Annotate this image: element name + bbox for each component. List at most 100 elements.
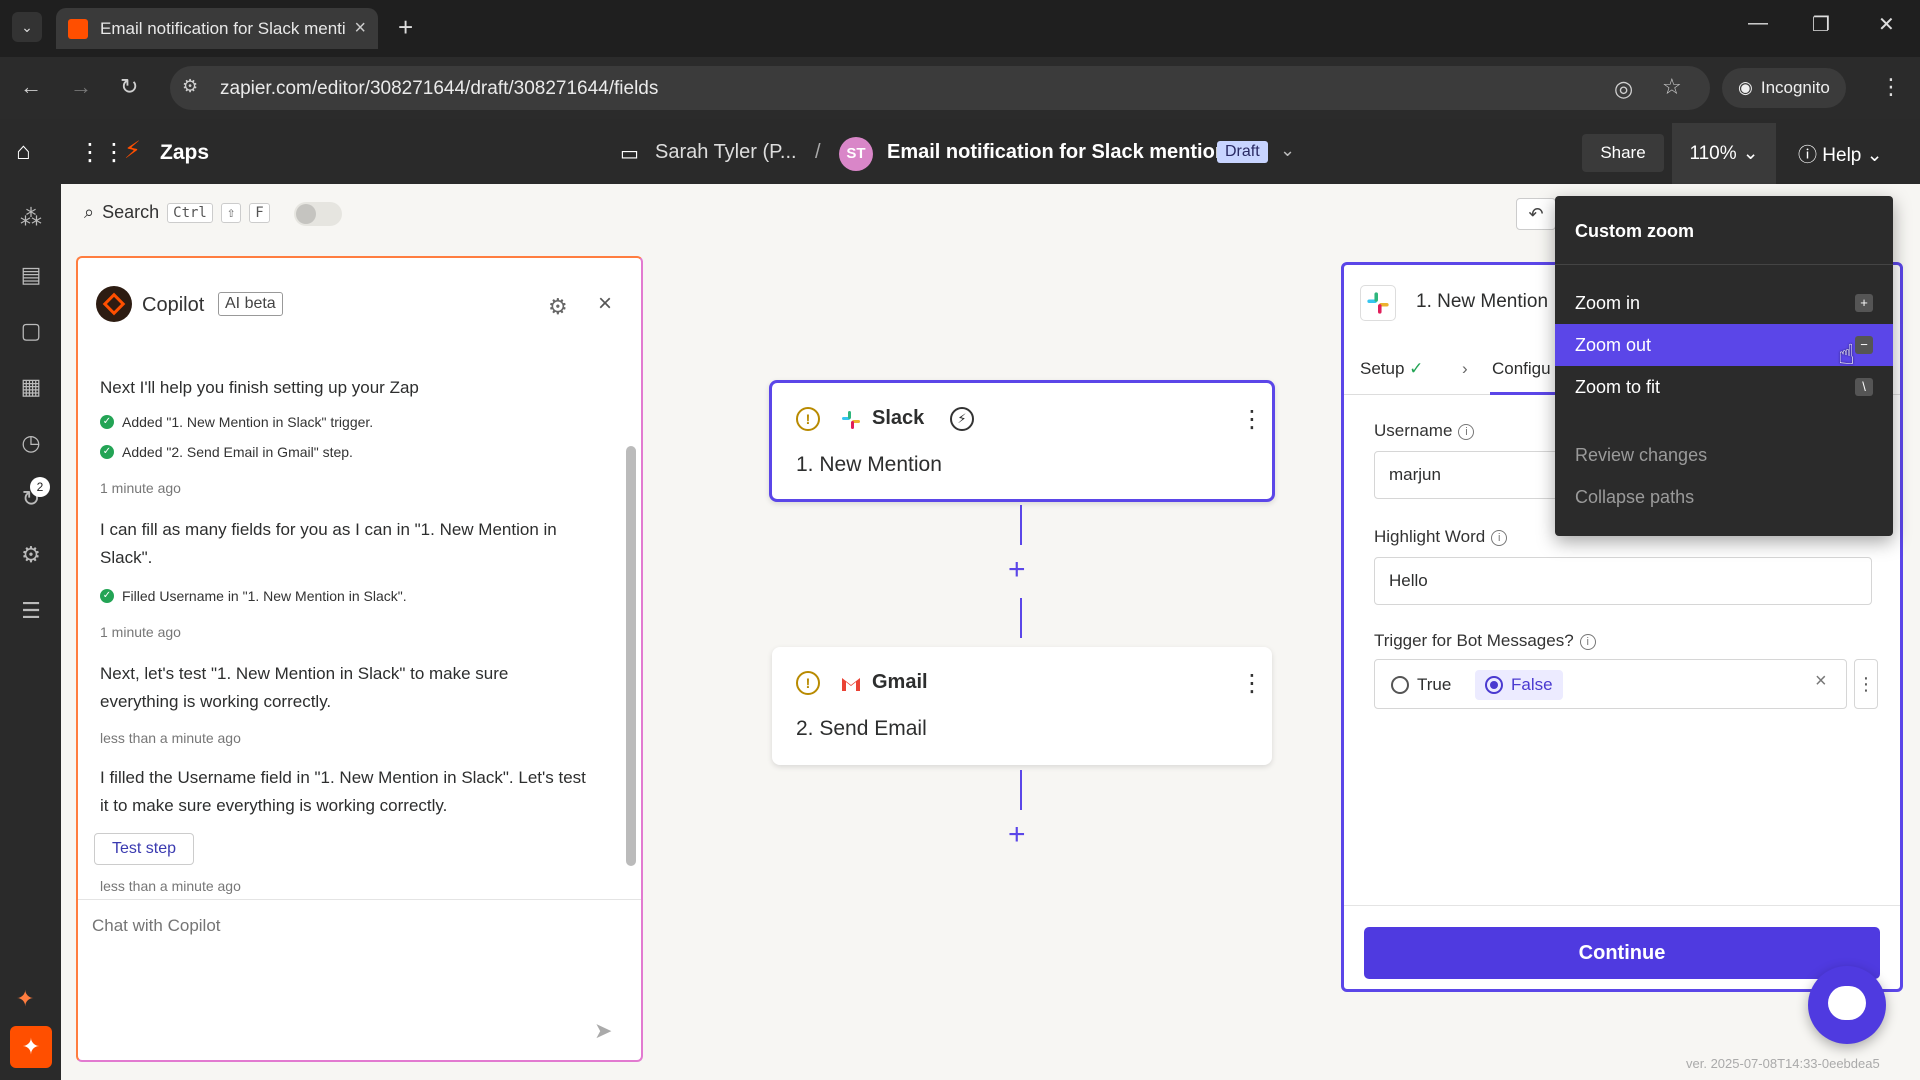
new-tab-button[interactable]: + xyxy=(398,12,413,43)
shortcut-key: \ xyxy=(1855,378,1873,396)
add-step-icon[interactable]: + xyxy=(1008,818,1026,852)
copilot-logo-icon xyxy=(96,286,132,322)
layers-icon[interactable]: ☰ xyxy=(16,596,46,626)
more-options-icon[interactable]: ⋮ xyxy=(1240,669,1264,698)
menu-item-zoom-to-fit[interactable]: Zoom to fit \ xyxy=(1555,366,1893,408)
tab-search-button[interactable]: ⌄ xyxy=(12,12,42,42)
apps-icon[interactable]: ⁂ xyxy=(16,203,46,233)
scrollbar-thumb[interactable] xyxy=(626,446,636,866)
tab-title: Email notification for Slack mentions xyxy=(100,18,347,38)
info-icon[interactable]: i xyxy=(1491,529,1508,546)
settings-gear-icon[interactable]: ⚙ xyxy=(16,540,46,570)
incognito-indicator[interactable]: ◉ Incognito xyxy=(1722,68,1846,108)
history-icon[interactable]: ◷ xyxy=(16,428,46,458)
canvas-toggle[interactable] xyxy=(294,202,342,226)
close-tab-icon[interactable]: × xyxy=(354,17,366,40)
copilot-message: I can fill as many fields for you as I c… xyxy=(100,520,557,567)
highlight-label: Highlight Word i xyxy=(1374,527,1508,547)
status-text: Added "1. New Mention in Slack" trigger. xyxy=(122,414,374,430)
support-chat-icon[interactable] xyxy=(1808,966,1886,1044)
more-options-icon[interactable]: ⋮ xyxy=(1854,659,1878,709)
menu-item-collapse-paths[interactable]: Collapse paths xyxy=(1555,476,1893,518)
radio-false[interactable]: False xyxy=(1475,670,1563,700)
radio-true[interactable]: True xyxy=(1381,670,1461,700)
status-text: Filled Username in "1. New Mention in Sl… xyxy=(122,588,407,604)
shortcut-ctrl: Ctrl xyxy=(167,202,213,223)
tab-setup[interactable]: Setup ✓ xyxy=(1360,359,1423,379)
home-icon[interactable]: ⌂ xyxy=(16,138,31,166)
menu-item-review-changes[interactable]: Review changes xyxy=(1555,434,1893,476)
copilot-chat-input[interactable] xyxy=(92,916,612,936)
continue-button[interactable]: Continue xyxy=(1364,927,1880,979)
shortcut-f: F xyxy=(249,202,270,223)
bookmark-star-icon[interactable]: ☆ xyxy=(1662,74,1682,100)
info-icon[interactable]: i xyxy=(1579,633,1596,650)
menu-item-custom-zoom[interactable]: Custom zoom xyxy=(1555,210,1893,252)
pointer-cursor-icon: ☝ xyxy=(1838,339,1856,370)
test-step-button[interactable]: Test step xyxy=(94,833,194,865)
connector-line xyxy=(1020,770,1022,810)
back-icon[interactable]: ← xyxy=(20,74,42,100)
status-item: ✓ Added "1. New Mention in Slack" trigger… xyxy=(100,414,373,430)
copilot-launch-icon[interactable]: ✦ xyxy=(10,1026,52,1068)
undo-icon[interactable]: ↶ xyxy=(1516,198,1556,230)
warning-icon: ! xyxy=(796,407,820,431)
menu-item-zoom-in[interactable]: Zoom in + xyxy=(1555,282,1893,324)
browser-tab[interactable]: Email notification for Slack mentions × xyxy=(56,8,378,49)
app-name[interactable]: Zaps xyxy=(160,141,209,165)
app-name: Gmail xyxy=(872,671,928,693)
more-options-icon[interactable]: ⋮ xyxy=(1240,405,1264,434)
info-icon[interactable]: i xyxy=(1458,423,1475,440)
site-info-icon[interactable]: ⚙ xyxy=(182,76,198,97)
tab-configure[interactable]: Configu xyxy=(1492,359,1551,379)
close-window-button[interactable]: ✕ xyxy=(1878,12,1895,37)
copilot-scrollbar[interactable] xyxy=(626,356,636,866)
comment-icon[interactable]: ▢ xyxy=(16,316,46,346)
forward-icon[interactable]: → xyxy=(70,74,92,100)
folder-name[interactable]: Sarah Tyler (P... xyxy=(655,141,797,164)
chevron-down-icon[interactable]: ⌄ xyxy=(1280,140,1295,161)
zoom-select[interactable]: 110% ⌄ xyxy=(1672,123,1776,184)
share-button[interactable]: Share xyxy=(1582,134,1664,172)
send-icon[interactable]: ➤ xyxy=(594,1018,612,1044)
step-node-trigger[interactable]: ! Slack ⚡ ⋮ 1. New Mention xyxy=(769,380,1275,502)
copilot-title: Copilot xyxy=(142,294,205,316)
add-step-icon[interactable]: + xyxy=(1008,553,1026,587)
browser-menu-icon[interactable]: ⋮ xyxy=(1880,74,1902,100)
timestamp: 1 minute ago xyxy=(100,480,181,496)
canvas-search[interactable]: ⌕ Search Ctrl ⇧ F xyxy=(84,202,270,223)
document-icon[interactable]: ▤ xyxy=(16,260,46,290)
apps-grid-icon[interactable]: ⋮⋮ xyxy=(78,138,126,167)
calendar-icon[interactable]: ▦ xyxy=(16,372,46,402)
panel-title: 1. New Mention xyxy=(1416,291,1549,312)
menu-item-label: Review changes xyxy=(1575,444,1708,465)
eye-off-icon[interactable]: ◎ xyxy=(1614,76,1633,102)
highlight-word-field[interactable] xyxy=(1374,557,1872,605)
radio-false-label: False xyxy=(1511,675,1553,694)
zap-bolt-icon: ⚡ xyxy=(124,137,141,164)
chevron-down-icon: ⌄ xyxy=(1866,145,1883,166)
slack-logo-icon xyxy=(842,411,860,429)
highlight-label-text: Highlight Word xyxy=(1374,527,1486,546)
minimize-button[interactable]: — xyxy=(1748,12,1768,35)
reload-icon[interactable]: ↻ xyxy=(120,74,138,100)
username-label: Username i xyxy=(1374,421,1475,441)
sparkle-icon[interactable]: ✦ xyxy=(16,986,34,1012)
url-text: zapier.com/editor/308271644/draft/308271… xyxy=(220,78,659,99)
zap-title[interactable]: Email notification for Slack mentions xyxy=(887,141,1238,164)
bot-messages-label-text: Trigger for Bot Messages? xyxy=(1374,631,1574,650)
restore-button[interactable]: ❐ xyxy=(1812,12,1830,37)
copilot-message: Next, let's test "1. New Mention in Slac… xyxy=(100,664,509,711)
menu-item-label: Custom zoom xyxy=(1575,220,1694,241)
status-text: Added "2. Send Email in Gmail" step. xyxy=(122,444,353,460)
check-icon: ✓ xyxy=(100,415,114,429)
close-icon[interactable]: × xyxy=(598,290,612,318)
clear-icon[interactable]: × xyxy=(1815,670,1827,693)
folder-icon: ▭ xyxy=(620,143,639,165)
incognito-icon: ◉ xyxy=(1738,78,1753,97)
check-icon: ✓ xyxy=(100,589,114,603)
settings-gear-icon[interactable]: ⚙ xyxy=(548,294,568,320)
step-name: 1. New Mention xyxy=(796,453,942,476)
help-menu[interactable]: ⓘ Help ⌄ xyxy=(1798,140,1883,167)
step-node-action[interactable]: ! Gmail ⋮ 2. Send Email xyxy=(772,647,1272,765)
